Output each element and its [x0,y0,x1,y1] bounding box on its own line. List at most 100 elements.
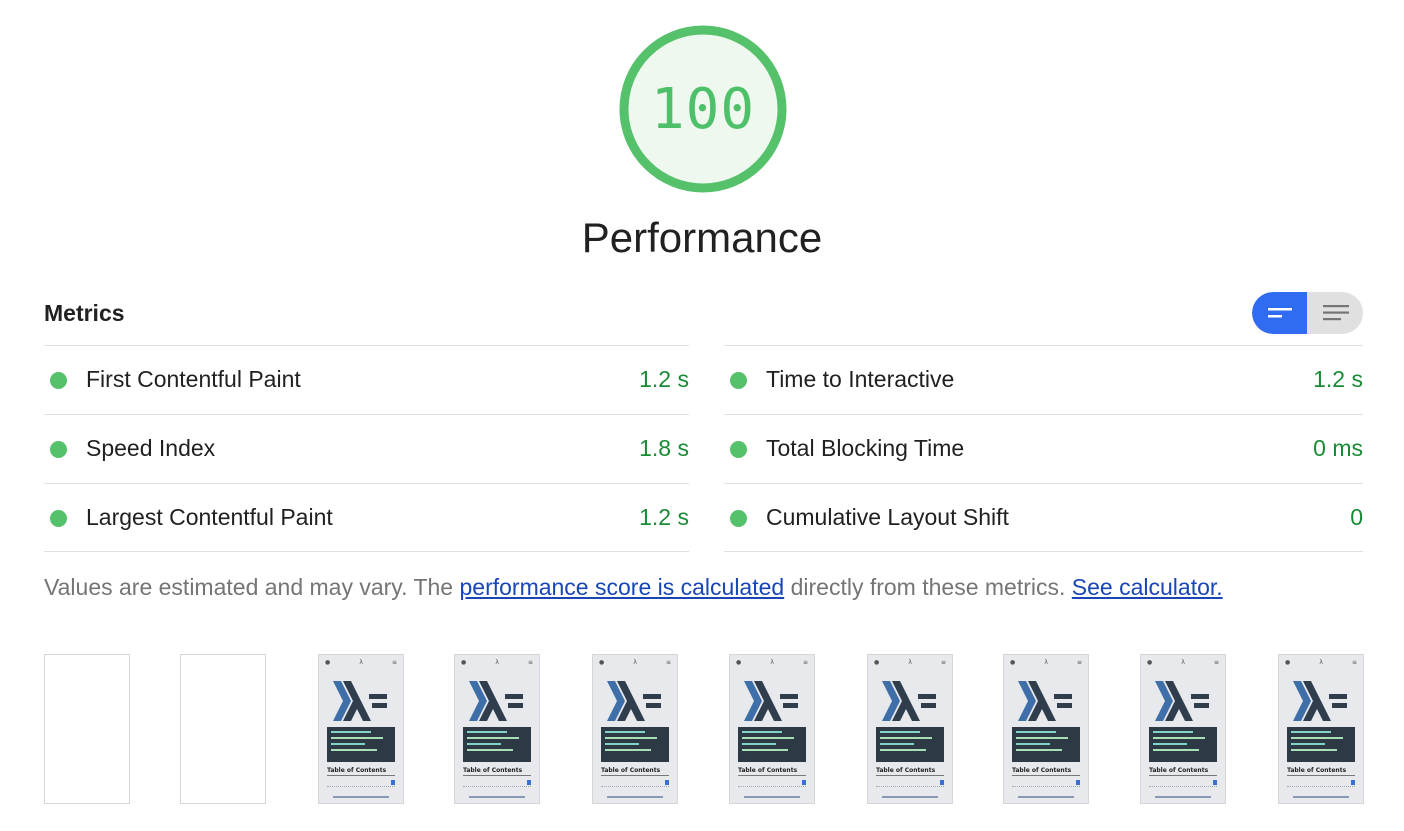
thumbnail-divider [738,775,806,776]
filmstrip-frame: ● λ ≡ Table of Contents [592,654,678,804]
detailed-view-button[interactable] [1308,292,1363,334]
thumbnail-divider [1149,775,1217,776]
metric-value: 0 [1350,504,1363,530]
metric-value: 1.2 s [639,504,689,530]
thumbnail-nav: ● λ ≡ [1147,659,1219,666]
metrics-header: Metrics [44,292,1363,344]
thumbnail-heading: Table of Contents [463,767,523,774]
thumbnail-heading: Table of Contents [327,767,387,774]
disclaimer-text-middle: directly from these metrics. [784,574,1072,600]
thumbnail-nav: ● λ ≡ [461,659,533,666]
thumbnail-nav: ● λ ≡ [1010,659,1082,666]
score-value: 100 [650,76,756,142]
pass-status-icon [730,510,747,527]
filmstrip-frame: ● λ ≡ Table of Contents [1278,654,1364,804]
pass-status-icon [730,372,747,389]
pass-status-icon [50,441,67,458]
thumbnail-nav: ● λ ≡ [599,659,671,666]
metric-speed-index: Speed Index 1.8 s [44,414,689,483]
filmstrip-frame: ● λ ≡ Table of Contents [454,654,540,804]
thumbnail-divider [601,775,669,776]
haskell-logo-icon [882,681,936,721]
thumbnail-heading: Table of Contents [601,767,661,774]
metric-name: Total Blocking Time [766,435,965,461]
see-calculator-link[interactable]: See calculator. [1072,574,1223,600]
metrics-column-right: Time to Interactive 1.2 s Total Blocking… [724,345,1363,552]
thumbnail-footer [1018,796,1074,798]
metric-largest-contentful-paint: Largest Contentful Paint 1.2 s [44,483,689,552]
filmstrip-frame [180,654,266,804]
thumbnail-footer [744,796,800,798]
metric-cumulative-layout-shift: Cumulative Layout Shift 0 [724,483,1363,552]
thumbnail-code-block [876,727,944,762]
thumbnail-divider [1012,775,1080,776]
disclaimer-text: Values are estimated and may vary. The [44,574,460,600]
metric-value: 1.8 s [639,435,689,461]
thumbnail-heading: Table of Contents [1149,767,1209,774]
pass-status-icon [50,372,67,389]
metric-name: Time to Interactive [766,366,955,392]
haskell-logo-icon [469,681,523,721]
metric-value: 1.2 s [1313,366,1363,392]
filmstrip-frame: ● λ ≡ Table of Contents [1140,654,1226,804]
filmstrip-frame: ● λ ≡ Table of Contents [1003,654,1089,804]
thumbnail-code-block [327,727,395,762]
metric-name: Cumulative Layout Shift [766,504,1009,530]
thumbnail-heading: Table of Contents [738,767,798,774]
thumbnail-nav: ● λ ≡ [736,659,808,666]
thumbnail-footer [607,796,663,798]
thumbnail-footer [469,796,525,798]
haskell-logo-icon [1293,681,1347,721]
filmstrip-frame [44,654,130,804]
metrics-column-left: First Contentful Paint 1.2 s Speed Index… [44,345,689,552]
thumbnail-heading: Table of Contents [1012,767,1072,774]
thumbnail-footer [1293,796,1349,798]
haskell-logo-icon [333,681,387,721]
metric-name: Speed Index [86,435,216,461]
thumbnail-nav: ● λ ≡ [874,659,946,666]
thumbnail-heading: Table of Contents [1287,767,1347,774]
thumbnail-footer [882,796,938,798]
thumbnail-divider [327,775,395,776]
thumbnail-toc-item [876,780,944,787]
metric-total-blocking-time: Total Blocking Time 0 ms [724,414,1363,483]
metric-first-contentful-paint: First Contentful Paint 1.2 s [44,345,689,414]
pass-status-icon [730,441,747,458]
haskell-logo-icon [1155,681,1209,721]
thumbnail-footer [333,796,389,798]
haskell-logo-icon [744,681,798,721]
score-calculated-link[interactable]: performance score is calculated [459,574,784,600]
thumbnail-footer [1155,796,1211,798]
thumbnail-toc-item [601,780,669,787]
thumbnail-code-block [1012,727,1080,762]
thumbnail-toc-item [1149,780,1217,787]
thumbnail-toc-item [327,780,395,787]
metric-time-to-interactive: Time to Interactive 1.2 s [724,345,1363,414]
filmstrip-frame: ● λ ≡ Table of Contents [729,654,815,804]
performance-gauge: 100 [618,24,788,194]
thumbnail-toc-item [1287,780,1355,787]
thumbnail-divider [1287,775,1355,776]
detailed-list-icon [1322,305,1349,321]
thumbnail-code-block [738,727,806,762]
thumbnail-nav: ● λ ≡ [1285,659,1357,666]
thumbnail-divider [463,775,531,776]
thumbnail-code-block [463,727,531,762]
metrics-view-toggle[interactable] [1252,292,1363,334]
thumbnail-divider [876,775,944,776]
filmstrip-frame: ● λ ≡ Table of Contents [867,654,953,804]
pass-status-icon [50,510,67,527]
metric-value: 0 ms [1313,435,1363,461]
metrics-disclaimer: Values are estimated and may vary. The p… [44,574,1223,601]
thumbnail-toc-item [738,780,806,787]
thumbnail-toc-item [463,780,531,787]
filmstrip: ● λ ≡ Table of Contents ● λ ≡ Table of Contents… [44,654,1364,804]
haskell-logo-icon [607,681,661,721]
summary-list-icon [1267,308,1292,318]
thumbnail-code-block [1149,727,1217,762]
metrics-title: Metrics [44,300,125,326]
metric-name: First Contentful Paint [86,366,301,392]
summary-view-button[interactable] [1252,292,1307,334]
metric-value: 1.2 s [639,366,689,392]
thumbnail-toc-item [1012,780,1080,787]
